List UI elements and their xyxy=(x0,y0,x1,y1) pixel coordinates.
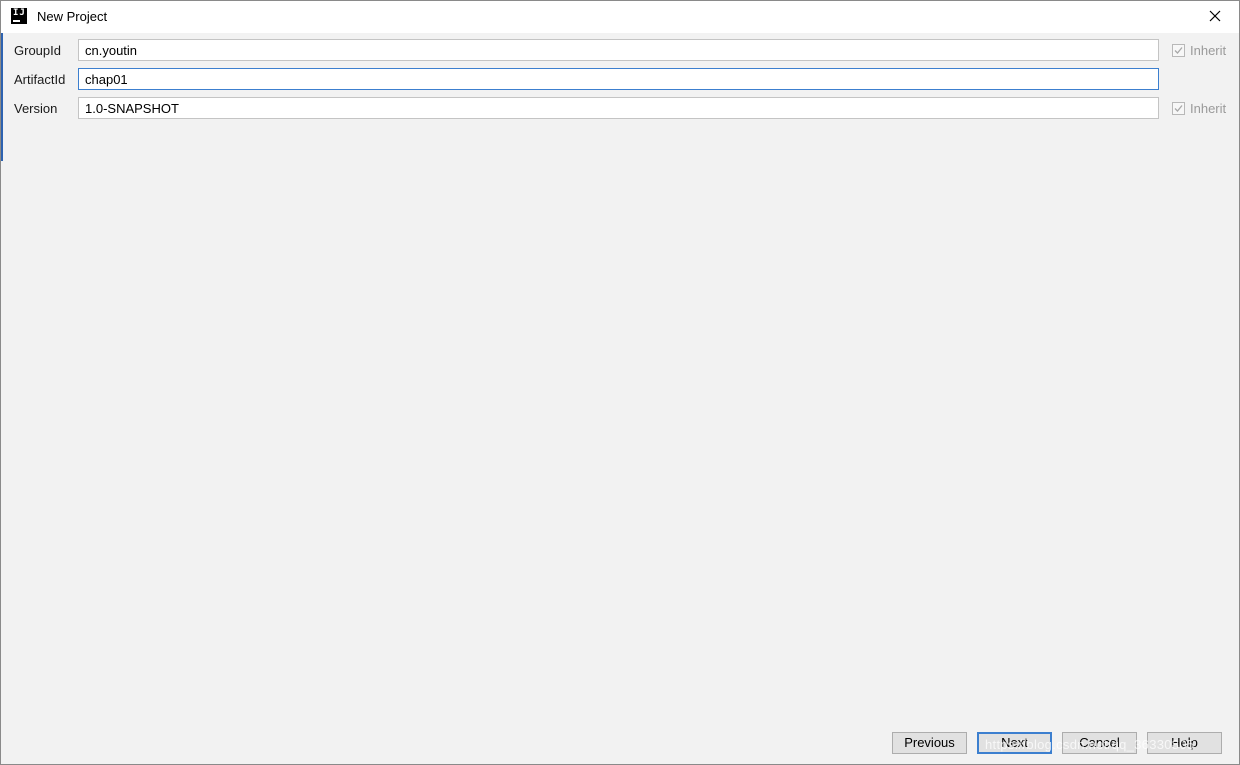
cancel-button[interactable]: Cancel xyxy=(1062,732,1137,754)
previous-button[interactable]: Previous xyxy=(892,732,967,754)
version-row: Version Inherit xyxy=(1,97,1239,121)
groupid-label: GroupId xyxy=(14,43,61,58)
next-button[interactable]: Next xyxy=(977,732,1052,754)
version-input[interactable] xyxy=(78,97,1159,119)
dialog-button-bar: Previous Next Cancel Help xyxy=(1,732,1239,756)
checkbox-checked-icon xyxy=(1172,101,1185,115)
artifactid-input[interactable] xyxy=(78,68,1159,90)
app-icon-text: IJ xyxy=(13,8,26,18)
intellij-app-icon: IJ xyxy=(11,8,27,24)
groupid-row: GroupId Inherit xyxy=(1,39,1239,63)
version-inherit-checkbox[interactable]: Inherit xyxy=(1172,100,1226,116)
close-button[interactable] xyxy=(1205,6,1225,26)
close-icon xyxy=(1209,10,1221,22)
window-title: New Project xyxy=(37,9,108,24)
groupid-input[interactable] xyxy=(78,39,1159,61)
version-inherit-label: Inherit xyxy=(1190,100,1227,116)
help-button[interactable]: Help xyxy=(1147,732,1222,754)
groupid-inherit-checkbox[interactable]: Inherit xyxy=(1172,42,1226,58)
checkbox-checked-icon xyxy=(1172,43,1185,57)
title-bar[interactable]: IJ New Project xyxy=(1,1,1239,33)
artifactid-label: ArtifactId xyxy=(14,72,66,87)
groupid-inherit-label: Inherit xyxy=(1190,42,1227,58)
artifactid-row: ArtifactId xyxy=(1,68,1239,92)
new-project-dialog: IJ New Project GroupId Inherit ArtifactI… xyxy=(0,0,1240,765)
version-label: Version xyxy=(14,101,58,116)
